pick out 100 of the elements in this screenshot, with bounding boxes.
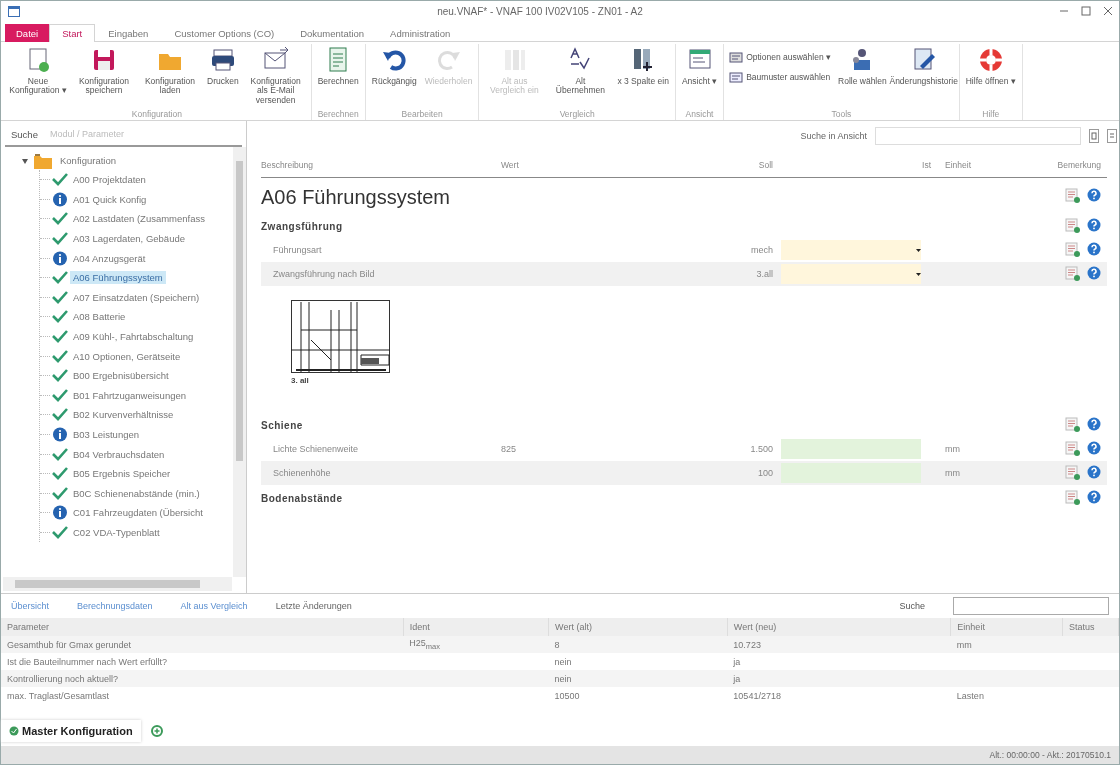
tree-item[interactable]: A08 Batterie: [70, 310, 129, 324]
help-icon: [1087, 217, 1101, 232]
dropdown-field[interactable]: [781, 264, 921, 284]
note-icon: [1065, 242, 1081, 258]
ribbon-button[interactable]: Rückgängig: [368, 44, 420, 109]
tree-item[interactable]: B05 Ergebnis Speicher: [70, 467, 174, 481]
table-cell: 10.723: [733, 639, 761, 650]
ribbon-button[interactable]: Hilfe öffnen ▾: [962, 44, 1019, 109]
ribbon-button[interactable]: Änderungshistorie: [891, 44, 956, 109]
target-value: 100: [757, 468, 773, 478]
table-cell: ja: [733, 656, 741, 667]
parameter-label: Lichte Schienenweite: [273, 444, 359, 454]
unit-text: mm: [945, 468, 960, 478]
table-cell: Kontrollierung noch aktuell?: [7, 673, 119, 684]
scrollbar[interactable]: [3, 577, 232, 591]
table-cell: max. Traglast/Gesamtlast: [7, 690, 110, 701]
ribbon-button[interactable]: Ansicht ▾: [678, 44, 721, 109]
check-icon: [52, 211, 68, 227]
ribbon-button[interactable]: Baumuster auswählen: [727, 70, 834, 84]
help-icon: [1087, 489, 1101, 504]
panel-tab[interactable]: Übersicht: [11, 601, 49, 611]
tree-item[interactable]: A01 Quick Konfig: [70, 192, 150, 206]
check-icon: [9, 726, 19, 736]
check-icon: [52, 348, 68, 364]
table-cell: Ist die Bauteilnummer nach Wert erfüllt?: [7, 656, 167, 667]
tree-item[interactable]: A09 Kühl-, Fahrtabschaltung: [70, 330, 197, 344]
check-icon: [52, 525, 68, 540]
panel-tab[interactable]: Alt aus Vergleich: [180, 601, 248, 611]
check-icon: [52, 172, 68, 188]
help-icon: [1087, 187, 1101, 202]
tree-item[interactable]: B00 Ergebnisübersicht: [70, 369, 172, 383]
note-icon: [1065, 441, 1081, 457]
ribbon-tab[interactable]: Start: [49, 24, 96, 42]
scrollbar[interactable]: [233, 147, 246, 577]
ribbon-tab[interactable]: Dokumentation: [287, 24, 378, 42]
view-icon: [1107, 129, 1117, 143]
help-icon: [1087, 242, 1101, 256]
ribbon-button[interactable]: Optionen auswählen ▾: [727, 50, 834, 64]
check-icon: [52, 368, 68, 384]
help-icon: [1087, 266, 1101, 280]
tree-item[interactable]: A04 Anzugsgerät: [70, 251, 149, 265]
folder-icon: [33, 151, 53, 170]
ribbon-button[interactable]: Drucken: [204, 44, 242, 109]
ribbon-tab[interactable]: Customer Options (CO): [161, 24, 288, 42]
column-header: Parameter: [1, 618, 404, 636]
group-label: Berechnen: [316, 109, 360, 120]
tree-item[interactable]: A07 Einsatzdaten (Speichern): [70, 290, 203, 304]
ribbon-button[interactable]: Konfiguration laden: [138, 44, 202, 109]
tree-item[interactable]: A10 Optionen, Gerätseite: [70, 349, 184, 363]
note-icon: [1065, 217, 1081, 234]
section-title: Zwangsführung: [261, 220, 344, 234]
ribbon-tab[interactable]: Eingaben: [95, 24, 162, 42]
column-header: Status: [1062, 618, 1119, 636]
maximize-icon: [1081, 6, 1091, 16]
panel-tab[interactable]: Letzte Änderungen: [275, 601, 352, 611]
table-cell: H25$_{max}$: [409, 638, 440, 649]
tree-item[interactable]: B04 Verbrauchsdaten: [70, 447, 168, 461]
document-tab[interactable]: Master Konfiguration: [1, 720, 141, 742]
group-label: Konfiguration: [130, 109, 183, 120]
tree-item[interactable]: B0C Schienenabstände (min.): [70, 486, 203, 500]
input-field[interactable]: [781, 439, 921, 459]
info-icon: [52, 250, 68, 266]
column-header: Bemerkung: [1057, 160, 1101, 170]
tree-item[interactable]: A06 Führungssystem: [70, 271, 166, 285]
check-icon: [52, 231, 68, 247]
page-title: A06 Führungssystem: [261, 185, 451, 210]
tree-item[interactable]: B01 Fahrtzuganweisungen: [70, 388, 190, 402]
file-tab[interactable]: Datei: [5, 24, 50, 42]
panel-tab[interactable]: Berechnungsdaten: [77, 601, 153, 611]
check-icon: [52, 466, 68, 482]
view-icon: [1089, 129, 1099, 143]
dropdown-field[interactable]: [781, 240, 921, 260]
help-icon: [1087, 416, 1101, 431]
ribbon-button[interactable]: Berechnen: [314, 44, 362, 109]
tree-item[interactable]: Konfiguration: [57, 154, 119, 167]
tree-item[interactable]: B02 Kurvenverhältnisse: [70, 408, 177, 422]
app-icon: [7, 4, 21, 18]
tree-item[interactable]: A02 Lastdaten (Zusammenfass: [70, 212, 208, 226]
tree-item[interactable]: A03 Lagerdaten, Gebäude: [70, 232, 188, 246]
ribbon-button[interactable]: Rolle wählen: [835, 44, 890, 109]
check-icon: [52, 289, 68, 305]
tree-item[interactable]: B03 Leistungen: [70, 428, 143, 441]
target-value: mech: [751, 245, 773, 255]
ribbon-button[interactable]: Konfiguration speichern: [72, 44, 136, 109]
ribbon-button[interactable]: Neue Konfiguration ▾: [6, 44, 70, 109]
search-field[interactable]: [953, 597, 1109, 615]
ribbon-button[interactable]: Konfiguration als E-Mail versenden: [243, 44, 308, 109]
window-title: neu.VNAF* - VNAF 100 IV02V105 - ZN01 - A2: [436, 5, 644, 17]
check-icon: [52, 485, 68, 501]
table-cell: Gesamthub für Gmax gerundet: [7, 639, 132, 650]
ribbon-button[interactable]: x 3 Spalte ein: [614, 44, 672, 109]
ribbon-button[interactable]: Alt Übernehmen: [548, 44, 613, 109]
table-cell: nein: [554, 673, 572, 684]
tree-item[interactable]: C02 VDA-Typenblatt: [70, 526, 163, 539]
add-tab-icon[interactable]: [150, 725, 163, 737]
tree-item[interactable]: A00 Projektdaten: [70, 173, 149, 187]
ribbon-tab[interactable]: Administration: [377, 24, 464, 42]
tree-item[interactable]: C01 Fahrzeugdaten (Übersicht: [70, 506, 206, 520]
image-caption: 3. all: [291, 376, 310, 385]
column-header: Beschreibung: [261, 160, 313, 170]
